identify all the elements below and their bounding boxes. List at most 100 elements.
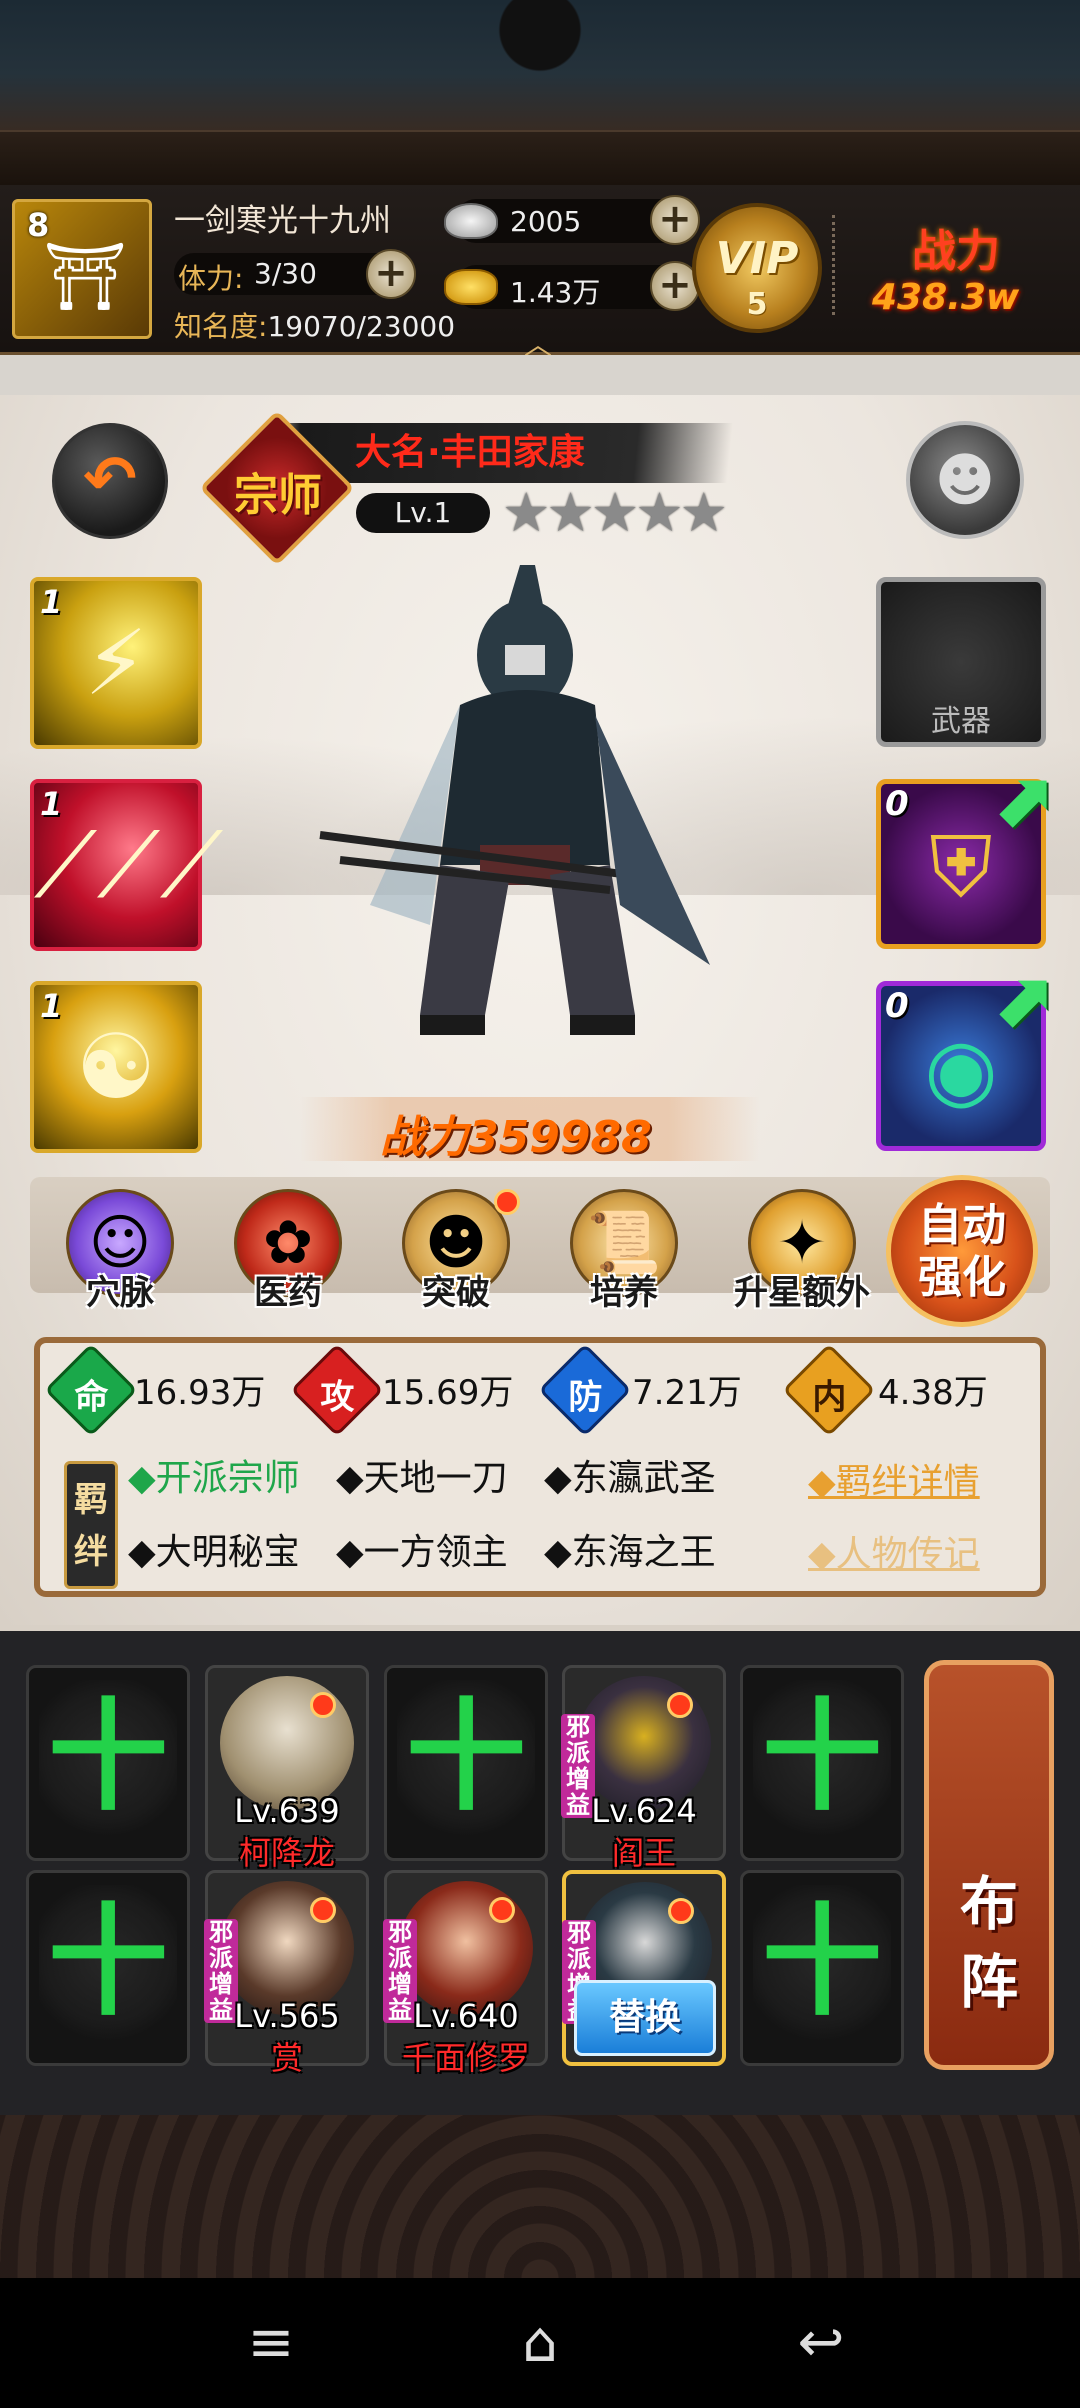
fame-label: 知名度: bbox=[174, 310, 268, 343]
notification-dot bbox=[494, 1189, 520, 1215]
notification-dot bbox=[310, 1692, 336, 1718]
silver-ingot-icon bbox=[444, 203, 498, 239]
hero-title: 大名·丰田家康 bbox=[355, 432, 585, 473]
stamina-value: 3/30 bbox=[254, 257, 317, 290]
hero-portrait bbox=[220, 1676, 354, 1810]
player-info-bar: 8 ⛩ 一剑寒光十九州 体力: 3/30 + 知名度:19070/23000 2… bbox=[0, 185, 1080, 361]
roof-banner bbox=[0, 0, 1080, 185]
ninja-avatar-button[interactable]: ☻ bbox=[906, 421, 1024, 539]
action-label: 升星额外 bbox=[734, 1273, 870, 1313]
hero-level: Lv.624 bbox=[591, 1792, 697, 1830]
bond-item: ◆东海之王 bbox=[544, 1532, 716, 1573]
skill-slot-1[interactable]: 1 ⚡ bbox=[30, 577, 202, 749]
hero-level: Lv.565 bbox=[234, 1997, 340, 2035]
roof-ornament bbox=[470, 0, 610, 100]
player-avatar[interactable]: 8 ⛩ bbox=[12, 199, 152, 339]
add-hero-icon: 十 bbox=[762, 1893, 882, 2032]
bond-item: ◆大明秘宝 bbox=[128, 1532, 300, 1573]
team-hero-slot[interactable]: 邪派增益 Lv.640 千面修罗 bbox=[383, 1870, 548, 2077]
rank-text: 宗师 bbox=[234, 470, 322, 521]
skill-slot-2[interactable]: 1 ⟋⟋⟋ bbox=[30, 779, 223, 951]
empty-team-slot[interactable]: 十 bbox=[26, 1665, 190, 1861]
formation-button[interactable]: 布阵 bbox=[924, 1660, 1054, 2070]
bond-details-link[interactable]: ◆羁绊详情 bbox=[808, 1453, 980, 1505]
inner-stat-value: 4.38万 bbox=[878, 1373, 988, 1413]
vip-badge[interactable]: VIP 5 bbox=[692, 203, 822, 333]
back-button[interactable]: ↶ bbox=[52, 423, 168, 539]
skill-slot-3[interactable]: 1 ☯ bbox=[30, 981, 202, 1153]
weapon-slot[interactable]: 武器 bbox=[876, 577, 1046, 747]
life-stat-value: 16.93万 bbox=[134, 1373, 266, 1413]
action-medicine[interactable]: ✿ 医药 bbox=[218, 1189, 358, 1313]
silver-value: 2005 bbox=[510, 205, 582, 238]
attack-stat-value: 15.69万 bbox=[382, 1373, 514, 1413]
stamina-label: 体力: bbox=[178, 262, 244, 295]
fame-field: 知名度:19070/23000 bbox=[174, 305, 455, 345]
notification-dot bbox=[489, 1897, 515, 1923]
team-hero-slot[interactable]: 邪派增益 Lv.565 赏 bbox=[204, 1870, 369, 2077]
hero-portrait bbox=[399, 1881, 533, 2015]
notification-dot bbox=[668, 1898, 694, 1924]
total-power-value: 438.3w bbox=[872, 277, 1020, 318]
add-hero-icon: 十 bbox=[762, 1688, 882, 1827]
bond-item: ◆天地一刀 bbox=[336, 1458, 508, 1499]
weapon-label: 武器 bbox=[931, 704, 991, 739]
hero-name: 千面修罗 bbox=[401, 2039, 530, 2077]
team-hero-slot[interactable]: Lv.639 柯降龙 bbox=[205, 1665, 369, 1872]
menu-icon[interactable]: ≡ bbox=[236, 2308, 306, 2378]
wave-pattern-footer bbox=[0, 2115, 1080, 2278]
fame-value: 19070/23000 bbox=[267, 310, 456, 343]
action-label: 穴脉 bbox=[86, 1273, 154, 1313]
action-cultivate[interactable]: 📜 培养 bbox=[554, 1189, 694, 1313]
gold-ingot-icon bbox=[444, 269, 498, 305]
system-nav-bar: ≡ ⌂ ↩ bbox=[0, 2278, 1080, 2408]
home-icon[interactable]: ⌂ bbox=[505, 2308, 575, 2378]
roof-beam bbox=[0, 130, 1080, 185]
empty-team-slot[interactable]: 十 bbox=[384, 1665, 548, 1861]
back-icon[interactable]: ↩ bbox=[786, 2308, 856, 2378]
empty-team-slot[interactable]: 十 bbox=[740, 1665, 904, 1861]
samurai-hero-figure bbox=[319, 565, 710, 1035]
auto-strengthen-button[interactable]: 自动 强化 bbox=[886, 1175, 1038, 1327]
hero-level: Lv.640 bbox=[413, 1997, 519, 2035]
auto-strengthen-label: 自动 强化 bbox=[918, 1200, 1006, 1303]
hero-level: Lv.1 bbox=[356, 493, 490, 533]
upgrade-arrow-icon[interactable]: ⬈ bbox=[990, 955, 1070, 1045]
hero-power: 战力359988 bbox=[380, 1112, 652, 1163]
hero-detail-panel: ↶ ☻ 宗师 大名·丰田家康 Lv.1 ★★★★★ 1 ⚡ 1 ⟋⟋⟋ 1 ☯ … bbox=[0, 395, 1080, 1625]
action-label: 突破 bbox=[422, 1273, 490, 1313]
bond-tag: 羁绊 bbox=[64, 1461, 118, 1589]
hero-name: 赏 bbox=[270, 2039, 303, 2077]
replace-button[interactable]: 替换 bbox=[574, 1980, 716, 2056]
add-stamina-button[interactable]: + bbox=[366, 249, 416, 299]
pagoda-icon: ⛩ bbox=[43, 238, 127, 315]
defense-stat-value: 7.21万 bbox=[632, 1373, 742, 1413]
total-power-label: 战力 bbox=[912, 226, 1000, 277]
current-hero-slot[interactable]: 邪派增益 替换 bbox=[562, 1870, 726, 2066]
action-breakthrough[interactable]: ☻ 突破 bbox=[386, 1189, 526, 1313]
biography-link[interactable]: ◆人物传记 bbox=[808, 1525, 980, 1577]
hero-portrait bbox=[577, 1676, 711, 1810]
action-meridian[interactable]: ☺ 穴脉 bbox=[50, 1189, 190, 1313]
hero-portrait bbox=[220, 1881, 354, 2015]
upgrade-arrow-icon[interactable]: ⬈ bbox=[990, 755, 1070, 845]
notification-dot bbox=[310, 1897, 336, 1923]
claw-skill-icon: ⟋⟋⟋ bbox=[34, 813, 223, 918]
add-silver-button[interactable]: + bbox=[650, 195, 700, 245]
add-hero-icon: 十 bbox=[48, 1688, 168, 1827]
bond-item: ◆一方领主 bbox=[336, 1532, 508, 1573]
add-hero-icon: 十 bbox=[48, 1893, 168, 2032]
divider bbox=[832, 215, 838, 315]
hero-name: 阎王 bbox=[611, 1834, 676, 1872]
empty-team-slot[interactable]: 十 bbox=[740, 1870, 904, 2066]
empty-team-slot[interactable]: 十 bbox=[26, 1870, 190, 2066]
action-star-up[interactable]: ✦ 升星额外 bbox=[722, 1189, 882, 1313]
vip-label: VIP bbox=[715, 233, 799, 284]
bond-item: ◆开派宗师 bbox=[128, 1458, 300, 1499]
hero-name: 柯降龙 bbox=[238, 1834, 335, 1872]
action-label: 培养 bbox=[590, 1273, 658, 1313]
team-hero-slot[interactable]: 邪派增益 Lv.624 阎王 bbox=[561, 1665, 726, 1872]
gold-value: 1.43万 bbox=[510, 276, 601, 309]
player-name: 一剑寒光十九州 bbox=[174, 203, 391, 239]
vip-level: 5 bbox=[746, 287, 768, 322]
